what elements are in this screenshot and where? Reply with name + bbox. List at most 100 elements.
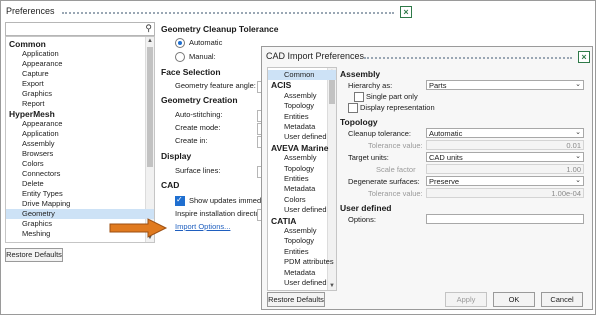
tree-item[interactable]: User defined (268, 205, 336, 215)
preferences-tree[interactable]: ▲ ▼ Common Application Appearance Capture Ex… (5, 36, 155, 243)
tree-item[interactable]: Topology (268, 101, 336, 111)
section-assembly: Assembly (340, 69, 381, 79)
tree-item[interactable]: Colors (268, 195, 336, 205)
tree-item[interactable]: Metadata (268, 122, 336, 132)
cad-import-tree[interactable]: ▲ ▼ CommonACISAssemblyTopologyEntitiesMe… (267, 67, 337, 291)
create-in-label: Create in: (175, 136, 208, 145)
cad-import-title: CAD Import Preferences (266, 51, 365, 61)
tree-item[interactable]: Metadata (268, 184, 336, 194)
degenerate-surfaces-value: Preserve (429, 177, 460, 186)
target-units-value: CAD units (429, 153, 463, 162)
single-part-checkbox[interactable] (354, 92, 364, 102)
tree-item[interactable]: Assembly (268, 226, 336, 236)
tree-item[interactable]: Appearance (6, 119, 154, 129)
cad-titlebar-grip[interactable] (364, 57, 572, 59)
tree-item[interactable]: Delete (6, 179, 154, 189)
create-mode-label: Create mode: (175, 123, 221, 132)
section-geometry-creation: Geometry Creation (161, 95, 238, 105)
tree-item[interactable]: Metadata (268, 268, 336, 278)
tree-group-header[interactable]: CATIA (268, 216, 331, 226)
preferences-titlebar: Preferences × (4, 6, 412, 20)
degenerate-tolerance-field[interactable]: 1.00e-04 (426, 188, 584, 198)
options-field[interactable] (426, 214, 584, 224)
hierarchy-label: Hierarchy as: (348, 81, 393, 90)
tree-item[interactable]: Entities (268, 247, 336, 257)
cleanup-tolerance-label: Cleanup tolerance: (348, 129, 411, 138)
section-topology: Topology (340, 117, 378, 127)
search-icon[interactable]: ⚲ (145, 23, 152, 34)
tree-item[interactable]: Drive Mapping (6, 199, 154, 209)
surface-lines-label: Surface lines: (175, 166, 221, 175)
preferences-title: Preferences (6, 6, 55, 16)
tree-item[interactable]: PDM attributes (268, 257, 336, 267)
tree-item[interactable]: Browsers (6, 149, 154, 159)
section-display: Display (161, 151, 192, 161)
tree-item[interactable]: User defined (268, 278, 336, 288)
restore-defaults-button[interactable]: Restore Defaults (5, 248, 63, 262)
tree-group-header[interactable]: HyperMesh (6, 109, 147, 119)
tree-item[interactable]: Assembly (268, 153, 336, 163)
tree-item[interactable]: Entity Types (6, 189, 154, 199)
display-representation-label: Display representation (360, 103, 435, 112)
scroll-up-icon[interactable]: ▲ (146, 37, 154, 45)
titlebar-grip[interactable] (62, 12, 394, 14)
show-updates-label: Show updates immediately (189, 196, 261, 205)
tree-item[interactable]: Common (268, 70, 336, 80)
cad-options-panel: Assembly Hierarchy as: Parts ⌄ Single pa… (340, 67, 588, 277)
tree-item[interactable]: Topology (268, 236, 336, 246)
scale-factor-label: Scale factor (376, 165, 416, 174)
tree-item[interactable]: Graphics (6, 89, 154, 99)
callout-arrow (109, 218, 168, 238)
tree-item[interactable]: Entities (268, 112, 336, 122)
degenerate-surfaces-select[interactable]: Preserve ⌄ (426, 176, 584, 186)
tree-item[interactable]: Assembly (6, 139, 154, 149)
manual-radio[interactable] (175, 52, 185, 62)
target-units-select[interactable]: CAD units ⌄ (426, 152, 584, 162)
scale-factor-field[interactable]: 1.00 (426, 164, 584, 174)
show-updates-checkbox[interactable] (175, 195, 185, 206)
tree-item[interactable]: Application (6, 129, 154, 139)
tree-group-header[interactable]: AVEVA Marine (268, 143, 331, 153)
geometry-feature-angle-label: Geometry feature angle: (175, 81, 256, 90)
close-icon[interactable]: × (400, 6, 412, 18)
options-label: Options: (348, 215, 376, 224)
chevron-down-icon: ⌄ (575, 177, 581, 184)
preferences-settings-panel: Geometry Cleanup Tolerance Automatic Man… (161, 22, 278, 252)
close-icon[interactable]: × (578, 51, 590, 63)
section-face-selection: Face Selection (161, 67, 221, 77)
cleanup-tolerance-value: Automatic (429, 129, 463, 138)
tree-item[interactable]: Assembly (268, 91, 336, 101)
tree-item[interactable]: User defined (268, 132, 336, 142)
tree-item[interactable]: Connectors (6, 169, 154, 179)
apply-button[interactable]: Apply (445, 292, 487, 307)
tree-item[interactable]: Application (6, 49, 154, 59)
search-input[interactable]: ⚲ (5, 22, 155, 36)
hierarchy-select[interactable]: Parts ⌄ (426, 80, 584, 90)
automatic-radio[interactable] (175, 38, 185, 48)
cad-restore-defaults-button[interactable]: Restore Defaults (267, 292, 325, 307)
import-options-link[interactable]: Import Options... (175, 222, 230, 231)
tree-group-header[interactable]: Common (6, 39, 147, 49)
tree-item[interactable]: Topology (268, 164, 336, 174)
tree-item[interactable]: Capture (6, 69, 154, 79)
section-geometry-cleanup-tolerance: Geometry Cleanup Tolerance (161, 24, 279, 34)
tolerance-value-field[interactable]: 0.01 (426, 140, 584, 150)
manual-label: Manual: (189, 52, 216, 61)
auto-stitching-label: Auto-stitching: (175, 110, 223, 119)
cancel-button[interactable]: Cancel (541, 292, 583, 307)
degenerate-surfaces-label: Degenerate surfaces: (348, 177, 420, 186)
ok-button[interactable]: OK (493, 292, 535, 307)
tree-item[interactable]: Appearance (6, 59, 154, 69)
degenerate-tolerance-label: Tolerance value: (368, 189, 423, 198)
tree-item[interactable]: Export (6, 79, 154, 89)
chevron-down-icon: ⌄ (575, 81, 581, 88)
cleanup-tolerance-select[interactable]: Automatic ⌄ (426, 128, 584, 138)
tree-group-header[interactable]: ACIS (268, 80, 331, 90)
inspire-directory-label: Inspire installation directory (175, 209, 266, 218)
display-representation-checkbox[interactable] (348, 103, 358, 113)
tree-item[interactable]: Report (6, 99, 154, 109)
automatic-label: Automatic (189, 38, 223, 47)
tree-item[interactable]: Colors (6, 159, 154, 169)
tree-item[interactable]: Entities (268, 174, 336, 184)
single-part-label: Single part only (366, 92, 418, 101)
